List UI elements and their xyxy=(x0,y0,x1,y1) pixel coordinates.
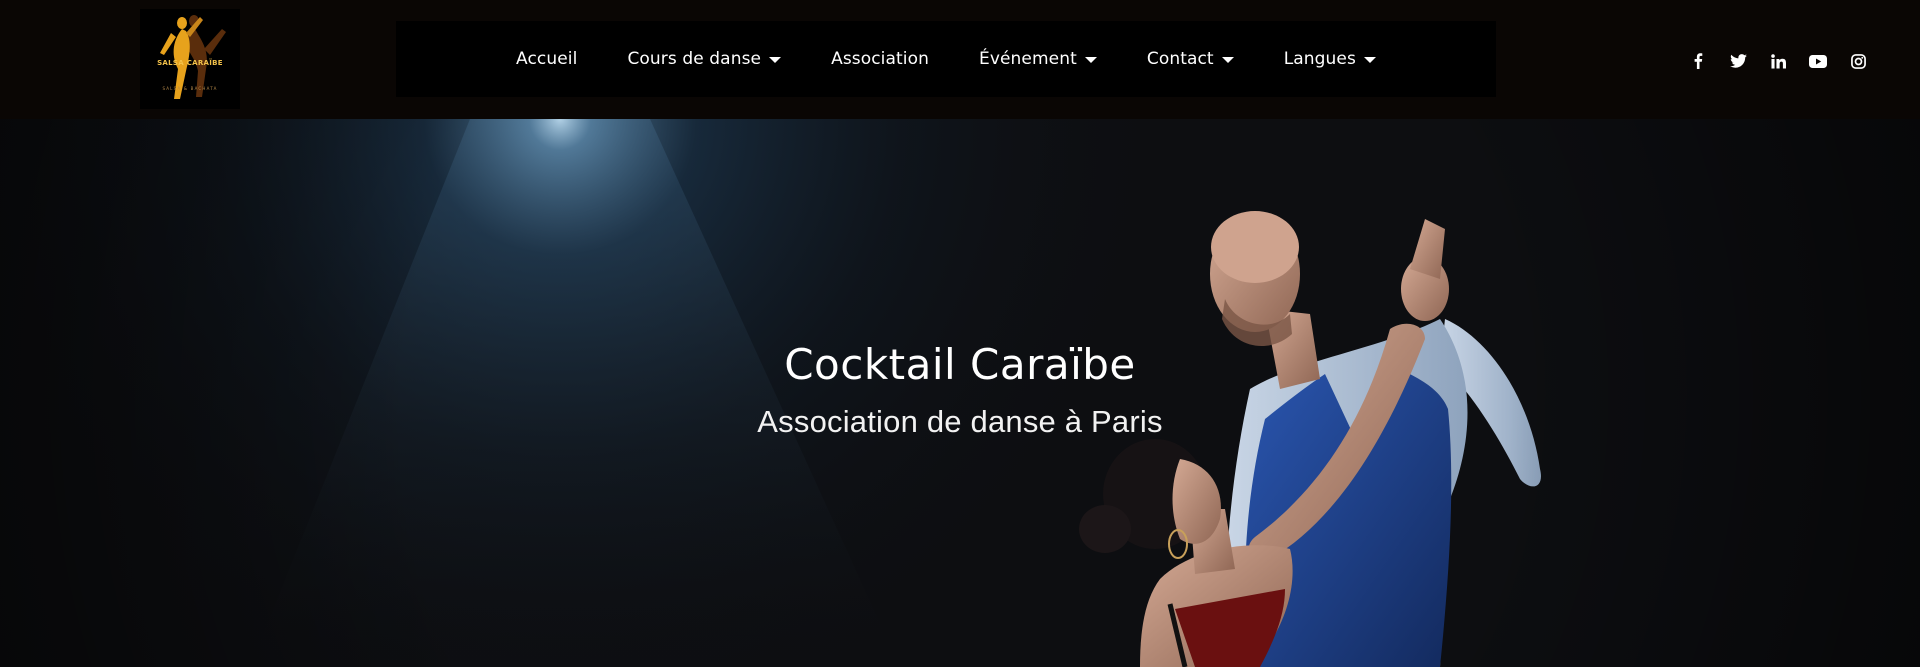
caret-down-icon xyxy=(769,57,782,63)
twitter-icon[interactable] xyxy=(1718,48,1758,74)
caret-down-icon xyxy=(1363,57,1376,63)
linkedin-icon[interactable] xyxy=(1758,48,1798,74)
hero-subtitle: Association de danse à Paris xyxy=(757,404,1163,439)
nav-item-evenement[interactable]: Événement xyxy=(954,49,1122,69)
nav-item-label: Cours de danse xyxy=(627,49,762,69)
nav-item-association[interactable]: Association xyxy=(806,49,954,69)
page: SALSA CARAÏBE SALSA & BACHATA Accueil Co… xyxy=(0,0,1920,667)
social-links xyxy=(1678,48,1878,74)
logo-tagline: SALSA & BACHATA xyxy=(162,86,218,91)
hero-title: Cocktail Caraïbe xyxy=(784,340,1136,389)
site-logo[interactable]: SALSA CARAÏBE SALSA & BACHATA xyxy=(140,9,240,109)
main-nav: Accueil Cours de danse Association Événe… xyxy=(396,21,1496,97)
youtube-icon[interactable] xyxy=(1798,48,1838,74)
hero-section: Cocktail Caraïbe Association de danse à … xyxy=(0,119,1920,667)
caret-down-icon xyxy=(1084,57,1097,63)
nav-item-accueil[interactable]: Accueil xyxy=(491,49,602,69)
logo-text: SALSA CARAÏBE xyxy=(157,59,223,67)
instagram-icon[interactable] xyxy=(1838,48,1878,74)
nav-item-label: Événement xyxy=(979,49,1077,69)
dancing-couple-photo xyxy=(0,119,1920,667)
caret-down-icon xyxy=(1221,57,1234,63)
facebook-icon[interactable] xyxy=(1678,48,1718,74)
nav-item-label: Accueil xyxy=(516,49,578,69)
nav-item-label: Contact xyxy=(1146,49,1214,69)
site-header: SALSA CARAÏBE SALSA & BACHATA Accueil Co… xyxy=(0,0,1920,119)
nav-item-label: Langues xyxy=(1283,49,1356,69)
nav-item-langues[interactable]: Langues xyxy=(1259,49,1401,69)
nav-item-label: Association xyxy=(831,49,929,69)
nav-item-contact[interactable]: Contact xyxy=(1122,49,1259,69)
nav-item-cours-de-danse[interactable]: Cours de danse xyxy=(602,49,806,69)
